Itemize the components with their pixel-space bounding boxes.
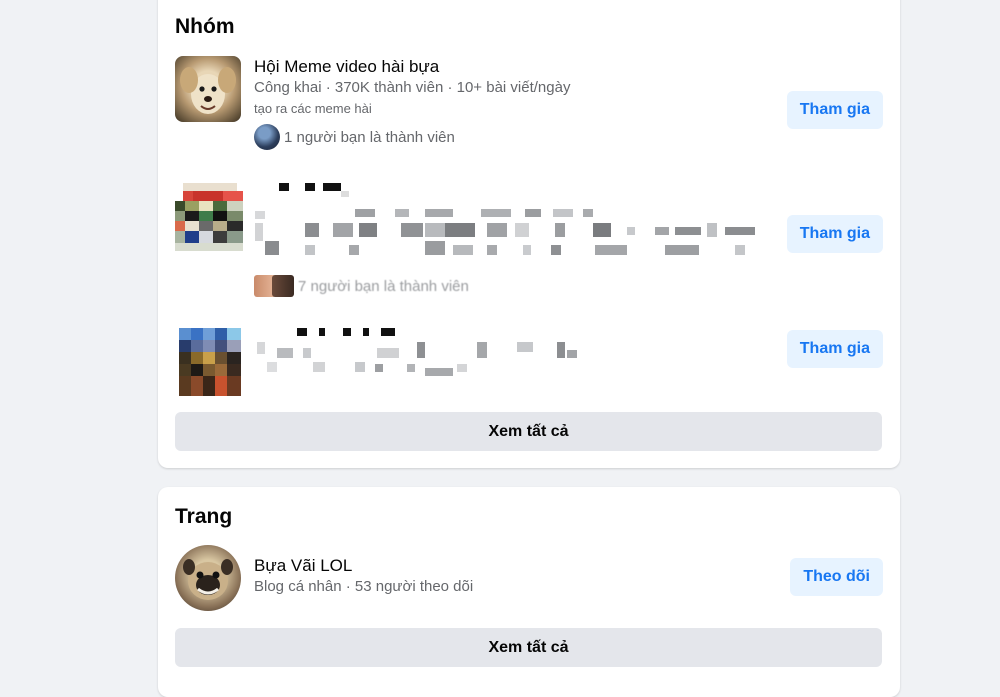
group-meta: Công khai · 370K thành viên · 10+ bài vi… xyxy=(254,79,571,96)
join-group-button[interactable]: Tham gia xyxy=(786,215,883,253)
join-group-button[interactable]: Tham gia xyxy=(786,91,883,129)
group-item[interactable]: Tham gia xyxy=(175,328,883,398)
group-info-pixelated xyxy=(255,183,775,263)
groups-card: Nhóm Hội Meme video hài bựa Công khai · … xyxy=(158,0,900,468)
group-name[interactable]: Hội Meme video hài bựa xyxy=(254,56,774,78)
groups-section-title: Nhóm xyxy=(175,15,235,38)
follow-page-button[interactable]: Theo dõi xyxy=(790,558,883,596)
friend-avatar-icon xyxy=(254,124,280,150)
pixelated-photo-icon[interactable] xyxy=(175,183,247,253)
group-info-pixelated xyxy=(257,328,677,383)
join-group-button[interactable]: Tham gia xyxy=(786,330,883,368)
see-all-groups-button[interactable]: Xem tất cả xyxy=(175,412,882,451)
group-item[interactable]: Hội Meme video hài bựa Công khai · 370K … xyxy=(175,56,883,166)
pug-photo-icon[interactable] xyxy=(175,545,241,611)
dog-photo-icon[interactable] xyxy=(175,56,241,122)
group-friends-text: 7 người bạn là thành viên xyxy=(298,277,469,295)
group-friends: 7 người bạn là thành viên xyxy=(254,275,469,297)
page-info: Bựa Vãi LOL Blog cá nhân · 53 người theo… xyxy=(254,555,774,597)
group-description: tạo ra các meme hài xyxy=(254,101,372,116)
group-item[interactable]: 7 người bạn là thành viên Tham gia xyxy=(175,183,883,303)
pixelated-photo-icon[interactable] xyxy=(179,328,241,396)
see-all-pages-button[interactable]: Xem tất cả xyxy=(175,628,882,667)
page-item[interactable]: Bựa Vãi LOL Blog cá nhân · 53 người theo… xyxy=(175,545,883,615)
pages-section-title: Trang xyxy=(175,505,233,528)
group-friends: 1 người bạn là thành viên xyxy=(254,124,455,150)
friend-avatar-icon xyxy=(272,275,294,297)
group-info: Hội Meme video hài bựa Công khai · 370K … xyxy=(254,56,774,118)
pages-card: Trang Bựa Vãi LOL Blog cá nhân · 53 ngườ… xyxy=(158,487,900,697)
group-friends-text: 1 người bạn là thành viên xyxy=(284,128,455,146)
page-meta: Blog cá nhân · 53 người theo dõi xyxy=(254,578,474,595)
page-name[interactable]: Bựa Vãi LOL xyxy=(254,555,774,577)
